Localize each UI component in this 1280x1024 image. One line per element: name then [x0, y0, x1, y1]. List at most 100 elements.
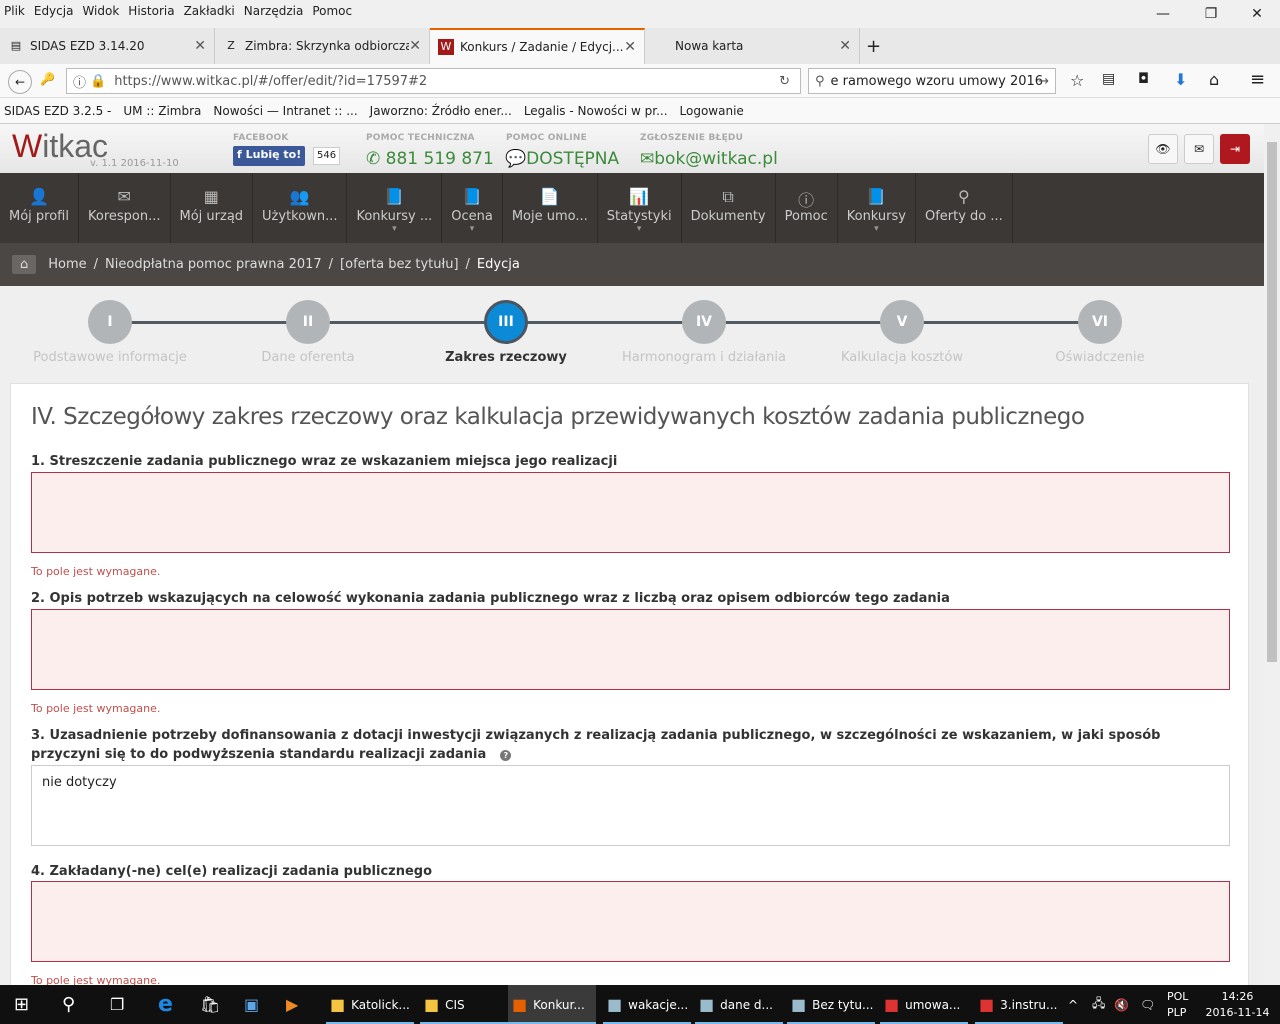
- nav-item[interactable]: ▦ Mój urząd: [171, 173, 254, 243]
- taskbar-app[interactable]: ■ Katolick...: [326, 985, 414, 1024]
- taskbar-app[interactable]: ■ wakacje...: [603, 985, 691, 1024]
- nav-item[interactable]: 👤 Mój profil: [0, 173, 79, 243]
- taskbar-app[interactable]: ■ CIS: [420, 985, 508, 1024]
- search-bar[interactable]: ⚲ e ramowego wzoru umowy 2016 →: [808, 68, 1056, 94]
- app-icon[interactable]: ▣: [244, 985, 259, 1024]
- menu-item[interactable]: Widok: [82, 4, 119, 18]
- taskbar-app[interactable]: ■ Konkur...: [508, 985, 596, 1024]
- go-arrow-icon[interactable]: →: [1038, 74, 1049, 89]
- back-button[interactable]: ←: [8, 70, 32, 94]
- field-4-textarea[interactable]: [31, 881, 1230, 962]
- taskbar-app[interactable]: ■ 3.instru...: [975, 985, 1063, 1024]
- browser-tab[interactable]: ▤ SIDAS EZD 3.14.20 ✕: [0, 28, 215, 64]
- menu-item[interactable]: Edycja: [34, 4, 74, 18]
- search-icon[interactable]: ⚲: [62, 985, 75, 1024]
- edge-icon[interactable]: e: [158, 985, 173, 1024]
- nav-item[interactable]: ✉ Korespon...: [79, 173, 171, 243]
- help-icon[interactable]: ?: [500, 750, 512, 761]
- tray-chevron-icon[interactable]: ^: [1068, 985, 1078, 1024]
- step-6-circle[interactable]: VI: [1078, 300, 1122, 344]
- nav-item[interactable]: ⚲ Oferty do ...: [916, 173, 1013, 243]
- url-bar[interactable]: ⓘ 🔒 https://www.witkac.pl/#/offer/edit/?…: [66, 68, 801, 94]
- taskbar-app[interactable]: ■ umowa...: [880, 985, 968, 1024]
- nav-item[interactable]: ⓘ Pomoc: [776, 173, 838, 243]
- breadcrumb-item[interactable]: Home: [48, 257, 86, 272]
- field-1-textarea[interactable]: [31, 472, 1230, 553]
- facebook-like-button[interactable]: f Lubię to!: [233, 146, 306, 166]
- step-4-circle[interactable]: IV: [682, 300, 726, 344]
- field-2-textarea[interactable]: [31, 609, 1230, 690]
- bookmark-item[interactable]: Nowości — Intranet :: ...: [213, 104, 357, 118]
- messages-button[interactable]: ✉: [1184, 134, 1214, 164]
- page-scrollbar[interactable]: [1264, 124, 1280, 985]
- nav-item[interactable]: ⧉ Dokumenty: [682, 173, 776, 243]
- menu-item[interactable]: Pomoc: [312, 4, 352, 18]
- bookmark-item[interactable]: SIDAS EZD 3.2.5 -: [4, 104, 111, 118]
- breadcrumb-item[interactable]: [oferta bez tytułu]: [340, 257, 458, 272]
- windows-start-icon[interactable]: ⊞: [14, 985, 29, 1024]
- email-link[interactable]: ✉bok@witkac.pl: [640, 149, 778, 169]
- store-icon[interactable]: 🛍: [200, 985, 220, 1024]
- menu-item[interactable]: Zakładki: [184, 4, 235, 18]
- language-indicator[interactable]: POL PLP: [1167, 989, 1188, 1021]
- step-1-label[interactable]: Podstawowe informacje: [10, 350, 210, 365]
- step-5-circle[interactable]: V: [880, 300, 924, 344]
- bookmark-item[interactable]: Logowanie: [680, 104, 744, 118]
- browser-tab[interactable]: W Konkurs / Zadanie / Edycj... ✕: [430, 28, 645, 64]
- taskbar-app[interactable]: ■ Bez tytu...: [787, 985, 875, 1024]
- online-help-link[interactable]: 💬DOSTĘPNA: [505, 149, 619, 169]
- home-icon[interactable]: ⌂: [12, 255, 37, 274]
- step-4-label[interactable]: Harmonogram i działania: [604, 350, 804, 365]
- nav-item[interactable]: 📘 Konkursy ... ▾: [347, 173, 443, 243]
- close-tab-icon[interactable]: ✕: [624, 39, 636, 55]
- star-icon[interactable]: ☆: [1070, 71, 1084, 90]
- download-icon[interactable]: ⬇: [1174, 70, 1187, 89]
- minimize-button[interactable]: —: [1140, 0, 1186, 28]
- browser-tab[interactable]: Nowa karta ✕: [645, 28, 860, 64]
- close-tab-icon[interactable]: ✕: [839, 38, 851, 54]
- step-3-label[interactable]: Zakres rzeczowy: [406, 350, 606, 365]
- volume-muted-icon[interactable]: 🔇: [1114, 985, 1129, 1024]
- step-2-circle[interactable]: II: [286, 300, 330, 344]
- menu-item[interactable]: Narzędzia: [244, 4, 304, 18]
- field-3-textarea[interactable]: nie dotyczy: [31, 765, 1230, 846]
- close-tab-icon[interactable]: ✕: [409, 38, 421, 54]
- hamburger-menu-icon[interactable]: ≡: [1250, 69, 1265, 90]
- scrollbar-thumb[interactable]: [1267, 142, 1277, 662]
- menu-item[interactable]: Historia: [128, 4, 174, 18]
- bookmark-item[interactable]: Jaworzno: Źródło ener...: [370, 104, 512, 118]
- step-6-label[interactable]: Oświadczenie: [1000, 350, 1200, 365]
- pocket-icon[interactable]: ◘: [1138, 71, 1149, 87]
- clock[interactable]: 14:26 2016-11-14: [1205, 989, 1270, 1021]
- logout-button[interactable]: ⇥: [1220, 134, 1250, 164]
- taskbar-app[interactable]: ■ dane d...: [695, 985, 783, 1024]
- task-view-icon[interactable]: ❐: [110, 985, 124, 1024]
- nav-item[interactable]: 📘 Ocena ▾: [442, 173, 503, 243]
- reading-list-icon[interactable]: ▤: [1102, 71, 1115, 87]
- copy-icon: ⧉: [722, 187, 734, 206]
- bookmark-item[interactable]: UM :: Zimbra: [123, 104, 201, 118]
- home-icon[interactable]: ⌂: [1209, 70, 1219, 89]
- nav-item[interactable]: 👥 Użytkown...: [253, 173, 348, 243]
- breadcrumb-item[interactable]: Nieodpłatna pomoc prawna 2017: [105, 257, 322, 272]
- step-5-label[interactable]: Kalkulacja kosztów: [802, 350, 1002, 365]
- step-2-label[interactable]: Dane oferenta: [208, 350, 408, 365]
- bookmark-item[interactable]: Legalis - Nowości w pr...: [524, 104, 668, 118]
- reload-icon[interactable]: ↻: [779, 74, 790, 89]
- media-player-icon[interactable]: ▶: [286, 985, 298, 1024]
- nav-item[interactable]: 📄 Moje umo...: [503, 173, 598, 243]
- step-3-circle[interactable]: III: [484, 300, 528, 344]
- menu-item[interactable]: Plik: [4, 4, 25, 18]
- notifications-icon[interactable]: 🗨: [1140, 985, 1155, 1024]
- restore-button[interactable]: ❐: [1188, 0, 1234, 28]
- close-window-button[interactable]: ✕: [1234, 0, 1280, 28]
- nav-item[interactable]: 📘 Konkursy ▾: [838, 173, 916, 243]
- close-tab-icon[interactable]: ✕: [194, 38, 206, 54]
- preview-eye-button[interactable]: 👁: [1148, 134, 1178, 164]
- network-icon[interactable]: 🖧: [1092, 985, 1105, 1024]
- browser-tab[interactable]: Z Zimbra: Skrzynka odbiorcza ✕: [215, 28, 430, 64]
- step-1-circle[interactable]: I: [88, 300, 132, 344]
- nav-item[interactable]: 📊 Statystyki ▾: [598, 173, 682, 243]
- new-tab-button[interactable]: +: [866, 36, 881, 57]
- search-icon: ⚲: [958, 187, 970, 206]
